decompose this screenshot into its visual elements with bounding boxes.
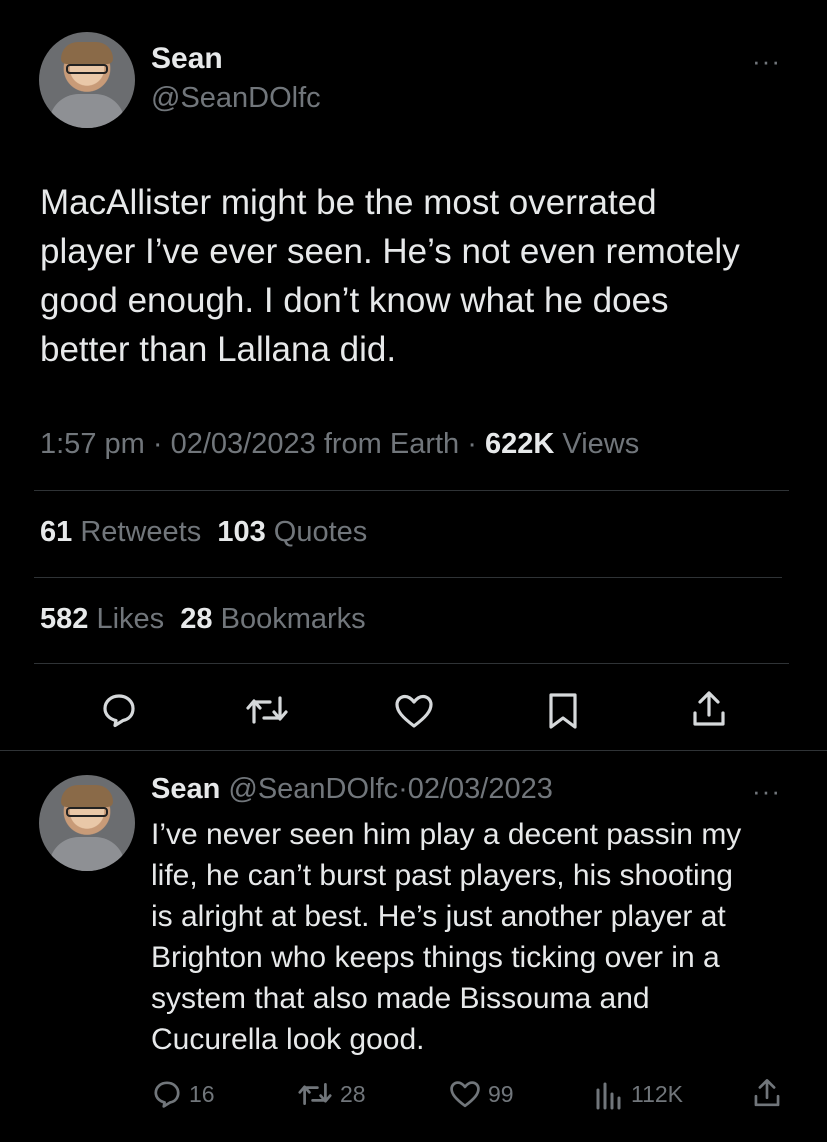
reply-likes-count: 99 <box>488 1080 514 1107</box>
retweets-stat[interactable]: 61 Retweets <box>40 516 201 548</box>
quotes-count: 103 <box>217 516 266 548</box>
reply-separator: · <box>398 773 408 805</box>
tweet-text: MacAllister might be the most overrated … <box>40 183 740 369</box>
avatar-hair <box>61 42 113 64</box>
bookmark-button[interactable] <box>546 691 580 731</box>
retweet-icon <box>296 1078 334 1110</box>
likes-stat[interactable]: 582 Likes <box>40 603 164 635</box>
like-button[interactable] <box>393 692 435 730</box>
reply-more-options-button[interactable]: ··· <box>752 776 781 807</box>
divider <box>0 750 827 751</box>
divider <box>34 490 789 491</box>
avatar-shirt <box>49 94 125 128</box>
reply-text: I’ve never seen him play a decent passin… <box>151 818 742 1056</box>
views-label: Views <box>562 428 640 460</box>
retweet-icon <box>244 690 290 730</box>
retweet-button[interactable] <box>244 690 290 730</box>
stats-row-likes: 582 Likes 28 Bookmarks <box>40 603 366 636</box>
tweet-time[interactable]: 1:57 pm <box>40 428 145 460</box>
reply-icon <box>151 1078 183 1110</box>
bookmarks-count: 28 <box>180 603 213 635</box>
like-icon <box>448 1079 482 1109</box>
share-icon <box>752 1076 782 1110</box>
avatar-glasses <box>66 807 108 817</box>
divider <box>34 577 782 578</box>
reply-retweets-count: 28 <box>340 1080 366 1107</box>
stats-row-retweets: 61 Retweets 103 Quotes <box>40 516 367 549</box>
reply-date[interactable]: 02/03/2023 <box>408 773 553 805</box>
views-chart-icon <box>595 1078 623 1110</box>
views-count: 622K <box>484 428 555 460</box>
likes-count: 582 <box>40 603 89 635</box>
bookmarks-stat[interactable]: 28 Bookmarks <box>180 603 365 635</box>
meta-separator: · <box>467 428 477 460</box>
share-icon <box>690 689 728 729</box>
more-options-button[interactable]: ··· <box>752 46 781 77</box>
reply-icon <box>99 690 139 730</box>
avatar-hair <box>61 785 113 807</box>
tweet-meta: 1:57 pm · 02/03/2023 from Earth · 622K V… <box>40 428 639 461</box>
quotes-label: Quotes <box>273 516 368 548</box>
tweet-date[interactable]: 02/03/2023 <box>171 428 316 460</box>
reply-views-count: 112K <box>631 1080 684 1107</box>
meta-separator: · <box>152 428 163 460</box>
share-button[interactable] <box>690 689 728 729</box>
author-name[interactable]: Sean <box>151 42 223 76</box>
retweets-label: Retweets <box>80 516 202 548</box>
likes-label: Likes <box>96 603 165 635</box>
reply-replies-count: 16 <box>189 1080 215 1107</box>
reply-views-button[interactable]: 112K <box>595 1078 683 1110</box>
avatar-glasses <box>66 64 108 74</box>
divider <box>34 663 789 664</box>
bookmarks-label: Bookmarks <box>220 603 366 635</box>
reply-retweet-button[interactable]: 28 <box>296 1078 366 1110</box>
reply-share-button[interactable] <box>752 1076 782 1110</box>
reply-header: Sean @SeanDOlfc·02/03/2023 <box>151 773 553 806</box>
quotes-stat[interactable]: 103 Quotes <box>217 516 367 548</box>
reply-reply-button[interactable]: 16 <box>151 1078 215 1110</box>
avatar-shirt <box>49 837 125 871</box>
reply-author-handle[interactable]: @SeanDOlfc <box>228 773 398 805</box>
reply-button[interactable] <box>99 690 139 730</box>
author-avatar[interactable] <box>39 32 135 128</box>
reply-like-button[interactable]: 99 <box>448 1079 514 1109</box>
reply-author-avatar[interactable] <box>39 775 135 871</box>
like-icon <box>393 692 435 730</box>
retweets-count: 61 <box>40 516 73 548</box>
reply-author-name[interactable]: Sean <box>151 773 220 805</box>
tweet-location: from Earth <box>323 428 460 460</box>
bookmark-icon <box>546 691 580 731</box>
author-handle[interactable]: @SeanDOlfc <box>151 82 321 115</box>
